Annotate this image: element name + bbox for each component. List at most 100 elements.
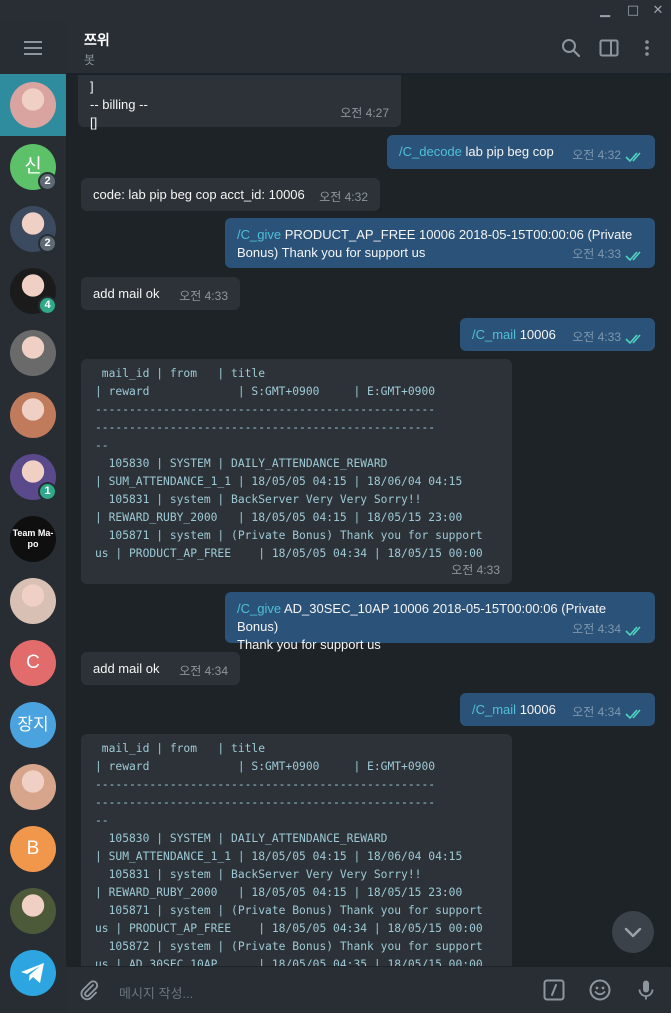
incoming-code-message[interactable]: mail_id | from | title | reward | S:GMT+0…	[81, 734, 512, 966]
code-line: 105871 | system | (Private Bonus) Thank …	[95, 904, 483, 917]
code-line: --	[95, 814, 109, 827]
avatar	[10, 888, 56, 934]
message-text: AD_30SEC_10AP 10006 2018-05-15T00:00:06 …	[237, 601, 607, 634]
code-line: 105830 | SYSTEM | DAILY_ATTENDANCE_REWAR…	[95, 832, 388, 845]
read-check-icon	[625, 152, 641, 163]
message-time: 오전 4:33	[572, 330, 621, 344]
menu-icon	[24, 41, 42, 43]
chat-list-item[interactable]	[0, 384, 66, 446]
message-time: 오전 4:34	[572, 622, 621, 636]
message-text: add mail ok	[93, 661, 160, 676]
chat-list-item[interactable]: 2	[0, 198, 66, 260]
more-vertical-icon[interactable]	[635, 36, 659, 60]
emoji-icon[interactable]	[588, 978, 612, 1002]
menu-button[interactable]	[0, 22, 66, 74]
bot-command-link[interactable]: /C_give	[237, 227, 281, 242]
incoming-message[interactable]: ] -- billing -- [] 오전 4:27	[78, 75, 401, 130]
message-text: ]	[90, 79, 94, 94]
read-check-icon	[625, 709, 641, 720]
chat-list-item[interactable]: 신2	[0, 136, 66, 198]
chat-list-item[interactable]: C	[0, 632, 66, 694]
code-line: 105831 | system | BackServer Very Very S…	[95, 868, 422, 881]
code-line: 105871 | system | (Private Bonus) Thank …	[95, 529, 483, 542]
code-line: | reward | S:GMT+0900 | E:GMT+0900	[95, 385, 436, 398]
scroll-to-bottom-button[interactable]	[612, 911, 654, 953]
outgoing-message[interactable]: /C_decode lab pip beg cop 오전 4:32	[387, 135, 655, 169]
message-time: 오전 4:33	[451, 563, 500, 577]
message-text: lab pip beg cop	[461, 144, 554, 159]
outgoing-message[interactable]: /C_mail 10006 오전 4:33	[460, 318, 655, 351]
message-time: 오전 4:33	[572, 247, 621, 261]
incoming-message[interactable]: code: lab pip beg cop acct_id: 10006 오전 …	[81, 178, 380, 211]
search-icon[interactable]	[559, 36, 583, 60]
code-line: | SUM_ATTENDANCE_1_1 | 18/05/05 04:15 | …	[95, 850, 463, 863]
chat-list-item[interactable]: 장지	[0, 694, 66, 756]
chat-list-item[interactable]	[0, 942, 66, 1004]
bot-command-link[interactable]: /C_decode	[399, 144, 462, 159]
chat-list-item[interactable]	[0, 74, 66, 136]
chat-list-item[interactable]	[0, 322, 66, 384]
menu-icon-bar	[24, 53, 42, 55]
code-line: mail_id | from | title	[95, 742, 266, 755]
chat-list-item[interactable]	[0, 880, 66, 942]
unread-badge: 4	[38, 296, 57, 315]
bot-command-link[interactable]: /C_mail	[472, 327, 516, 342]
message-text: code: lab pip beg cop acct_id: 10006	[93, 187, 305, 202]
slash-command-icon[interactable]	[542, 978, 566, 1002]
sidebar-toggle-icon[interactable]	[597, 36, 621, 60]
unread-badge: 1	[38, 482, 57, 501]
message-list[interactable]: ] -- billing -- [] 오전 4:27 /C_decode lab…	[66, 75, 671, 966]
code-line: us | PRODUCT_AP_FREE | 18/05/05 04:34 | …	[95, 922, 483, 935]
avatar: Team Ma-po	[10, 516, 56, 562]
avatar: 장지	[10, 702, 56, 748]
chat-list-item[interactable]: 4	[0, 260, 66, 322]
message-time: 오전 4:34	[572, 705, 621, 719]
incoming-message[interactable]: add mail ok 오전 4:34	[81, 652, 240, 685]
bot-command-link[interactable]: /C_give	[237, 601, 281, 616]
code-line: mail_id | from | title	[95, 367, 266, 380]
code-line: us | PRODUCT_AP_FREE | 18/05/05 04:34 | …	[95, 547, 483, 560]
incoming-message[interactable]: add mail ok 오전 4:33	[81, 277, 240, 310]
message-text: 10006	[516, 327, 556, 342]
chat-list-item[interactable]: 1	[0, 446, 66, 508]
telegram-icon	[10, 950, 56, 996]
avatar: B	[10, 826, 56, 872]
outgoing-message[interactable]: /C_mail 10006 오전 4:34	[460, 693, 655, 726]
chat-list-item[interactable]	[0, 570, 66, 632]
code-line: | reward | S:GMT+0900 | E:GMT+0900	[95, 760, 436, 773]
code-block: mail_id | from | title | reward | S:GMT+0…	[95, 740, 500, 966]
chat-list-item[interactable]: Team Ma-po	[0, 508, 66, 570]
message-time: 오전 4:32	[572, 148, 621, 162]
bot-command-link[interactable]: /C_mail	[472, 702, 516, 717]
avatar-text: Team Ma-po	[12, 528, 54, 549]
code-line: | REWARD_RUBY_2000 | 18/05/05 04:15 | 18…	[95, 886, 463, 899]
chat-title[interactable]: 쯔위	[84, 30, 110, 50]
close-button[interactable]: ✕	[647, 0, 669, 22]
microphone-icon[interactable]	[634, 978, 658, 1002]
code-line: us | AD_30SEC_10AP | 18/05/05 04:35 | 18…	[95, 958, 483, 966]
chat-list-item[interactable]: B	[0, 818, 66, 880]
paperclip-icon[interactable]	[77, 978, 101, 1002]
message-time: 오전 4:34	[179, 664, 228, 678]
message-text: 10006	[516, 702, 556, 717]
message-input[interactable]: 메시지 작성...	[119, 983, 193, 1002]
chat-list-sidebar: 신 2 2 4 1 Team Ma-po C 장지 B	[0, 22, 66, 1013]
code-line: | SUM_ATTENDANCE_1_1 | 18/05/05 04:15 | …	[95, 475, 463, 488]
maximize-button[interactable]: □	[622, 0, 644, 22]
outgoing-message[interactable]: /C_give AD_30SEC_10AP 10006 2018-05-15T0…	[225, 592, 655, 652]
avatar	[10, 392, 56, 438]
incoming-code-message[interactable]: mail_id | from | title | reward | S:GMT+0…	[81, 359, 512, 584]
avatar	[10, 578, 56, 624]
code-line: ----------------------------------------…	[95, 796, 436, 809]
avatar	[10, 82, 56, 128]
chevron-down-icon	[624, 927, 642, 938]
avatar	[10, 330, 56, 376]
message-time: 오전 4:27	[340, 106, 389, 120]
message-text: PRODUCT_AP_FREE 10006 2018-05-15T00:00:0…	[281, 227, 633, 242]
outgoing-message[interactable]: /C_give PRODUCT_AP_FREE 10006 2018-05-15…	[225, 218, 655, 268]
chat-list-item[interactable]	[0, 756, 66, 818]
minimize-button[interactable]: ▁	[594, 0, 616, 22]
unread-badge: 2	[38, 172, 57, 191]
unread-badge: 2	[38, 234, 57, 253]
avatar	[10, 764, 56, 810]
